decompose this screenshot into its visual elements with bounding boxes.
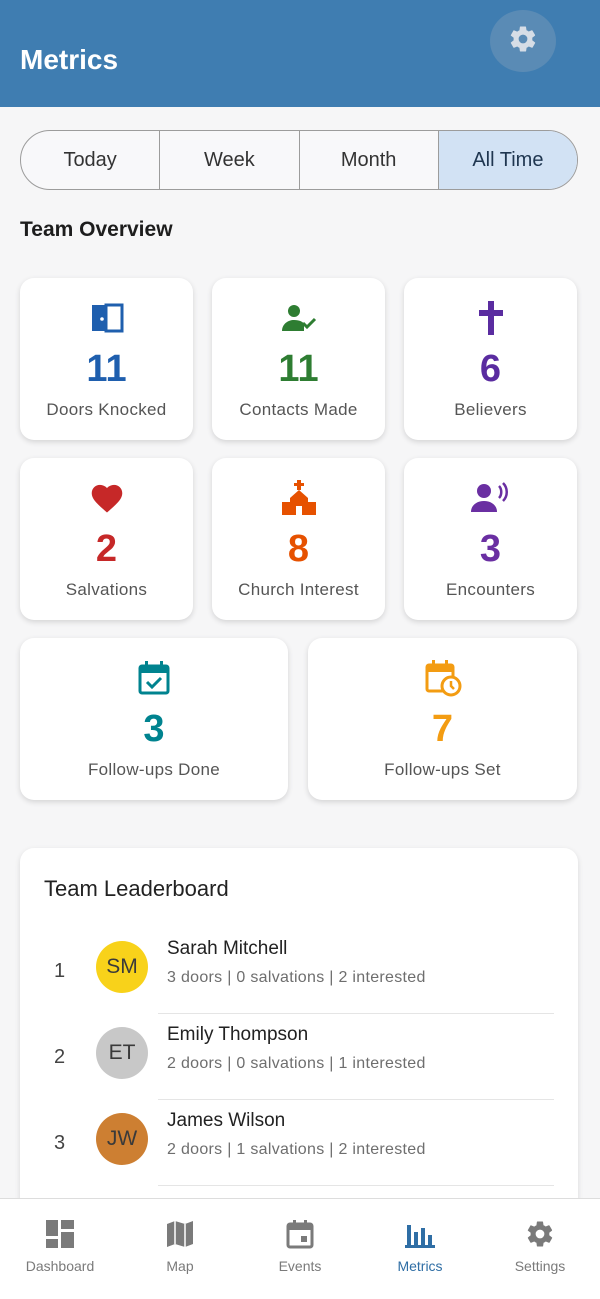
gear-icon	[523, 1217, 557, 1251]
nav-label: Map	[166, 1258, 194, 1274]
avatar: ET	[96, 1027, 148, 1079]
cross-icon	[471, 298, 511, 338]
leaderboard-row[interactable]: 1 SM Sarah Mitchell 3 doors | 0 salvatio…	[20, 928, 578, 1014]
metric-card-salvations: 2 Salvations	[20, 458, 193, 620]
nav-dashboard[interactable]: Dashboard	[0, 1199, 120, 1299]
filter-week[interactable]: Week	[160, 131, 300, 189]
metric-value: 3	[143, 708, 165, 750]
metric-card-believers: 6 Believers	[404, 278, 577, 440]
metric-label: Believers	[454, 400, 527, 419]
metric-card-church-interest: 8 Church Interest	[212, 458, 385, 620]
member-name: James Wilson	[167, 1110, 286, 1131]
settings-button[interactable]	[490, 10, 556, 72]
nav-metrics[interactable]: Metrics	[360, 1199, 480, 1299]
metric-value: 11	[278, 348, 319, 390]
event-available-icon	[134, 658, 174, 698]
leaderboard-row[interactable]: 3 JW James Wilson 2 doors | 1 salvations…	[20, 1100, 578, 1186]
section-title-team-overview: Team Overview	[20, 218, 173, 241]
metric-value: 7	[431, 708, 454, 750]
nav-label: Settings	[514, 1258, 566, 1274]
metric-card-contacts: 11 Contacts Made	[212, 278, 385, 440]
door-icon	[87, 298, 127, 338]
metric-value: 8	[287, 528, 310, 570]
metric-value: 2	[95, 528, 118, 570]
event-clock-icon	[423, 658, 463, 698]
bottom-navigation: Dashboard Map Events Metrics Settings	[0, 1198, 600, 1299]
avatar: SM	[96, 941, 148, 993]
leaderboard-row[interactable]: 2 ET Emily Thompson 2 doors | 0 salvatio…	[20, 1014, 578, 1100]
app-bar: Metrics	[0, 0, 600, 107]
nav-events[interactable]: Events	[240, 1199, 360, 1299]
metric-card-followups-set: 7 Follow-ups Set	[308, 638, 577, 800]
member-name: Sarah Mitchell	[167, 938, 288, 959]
rank-number: 3	[54, 1132, 66, 1154]
metric-card-encounters: 3 Encounters	[404, 458, 577, 620]
metric-label: Salvations	[65, 580, 148, 599]
metric-label: Follow-ups Set	[384, 760, 501, 779]
nav-label: Metrics	[397, 1258, 443, 1274]
member-stats: 2 doors | 0 salvations | 1 interested	[167, 1055, 426, 1072]
metric-label: Doors Knocked	[46, 400, 167, 419]
page-title: Metrics	[20, 44, 119, 75]
metric-value: 11	[86, 348, 127, 390]
rank-number: 2	[54, 1046, 66, 1068]
nav-settings[interactable]: Settings	[480, 1199, 600, 1299]
leaderboard-title: Team Leaderboard	[44, 876, 229, 901]
metric-value: 3	[479, 528, 502, 570]
record-voice-icon	[470, 478, 511, 518]
metric-value: 6	[479, 348, 502, 390]
gear-icon	[508, 24, 538, 59]
team-leaderboard: Team Leaderboard 1 SM Sarah Mitchell 3 d…	[20, 848, 578, 1228]
rank-number: 1	[54, 960, 66, 982]
metric-label: Encounters	[446, 580, 535, 599]
person-check-icon	[279, 298, 319, 338]
filter-month[interactable]: Month	[300, 131, 439, 189]
row-divider	[158, 1185, 554, 1186]
metric-label: Contacts Made	[239, 400, 358, 419]
filter-today[interactable]: Today	[21, 131, 161, 189]
bar-chart-icon	[403, 1217, 437, 1251]
calendar-icon	[283, 1217, 317, 1251]
nav-map[interactable]: Map	[120, 1199, 240, 1299]
member-stats: 3 doors | 0 salvations | 2 interested	[167, 969, 426, 986]
dashboard-icon	[43, 1217, 77, 1251]
nav-label: Events	[278, 1258, 322, 1274]
map-icon	[163, 1217, 197, 1251]
member-stats: 2 doors | 1 salvations | 2 interested	[167, 1141, 426, 1158]
metric-card-doors: 11 Doors Knocked	[20, 278, 193, 440]
church-icon	[279, 478, 319, 518]
nav-label: Dashboard	[25, 1258, 95, 1274]
metric-label: Church Interest	[238, 580, 359, 599]
heart-icon	[87, 478, 127, 518]
metric-label: Follow-ups Done	[87, 760, 221, 779]
avatar: JW	[96, 1113, 148, 1165]
member-name: Emily Thompson	[167, 1024, 309, 1045]
metric-card-followups-done: 3 Follow-ups Done	[20, 638, 288, 800]
filter-all-time[interactable]: All Time	[438, 131, 577, 189]
time-filter: Today Week Month All Time	[20, 130, 578, 190]
